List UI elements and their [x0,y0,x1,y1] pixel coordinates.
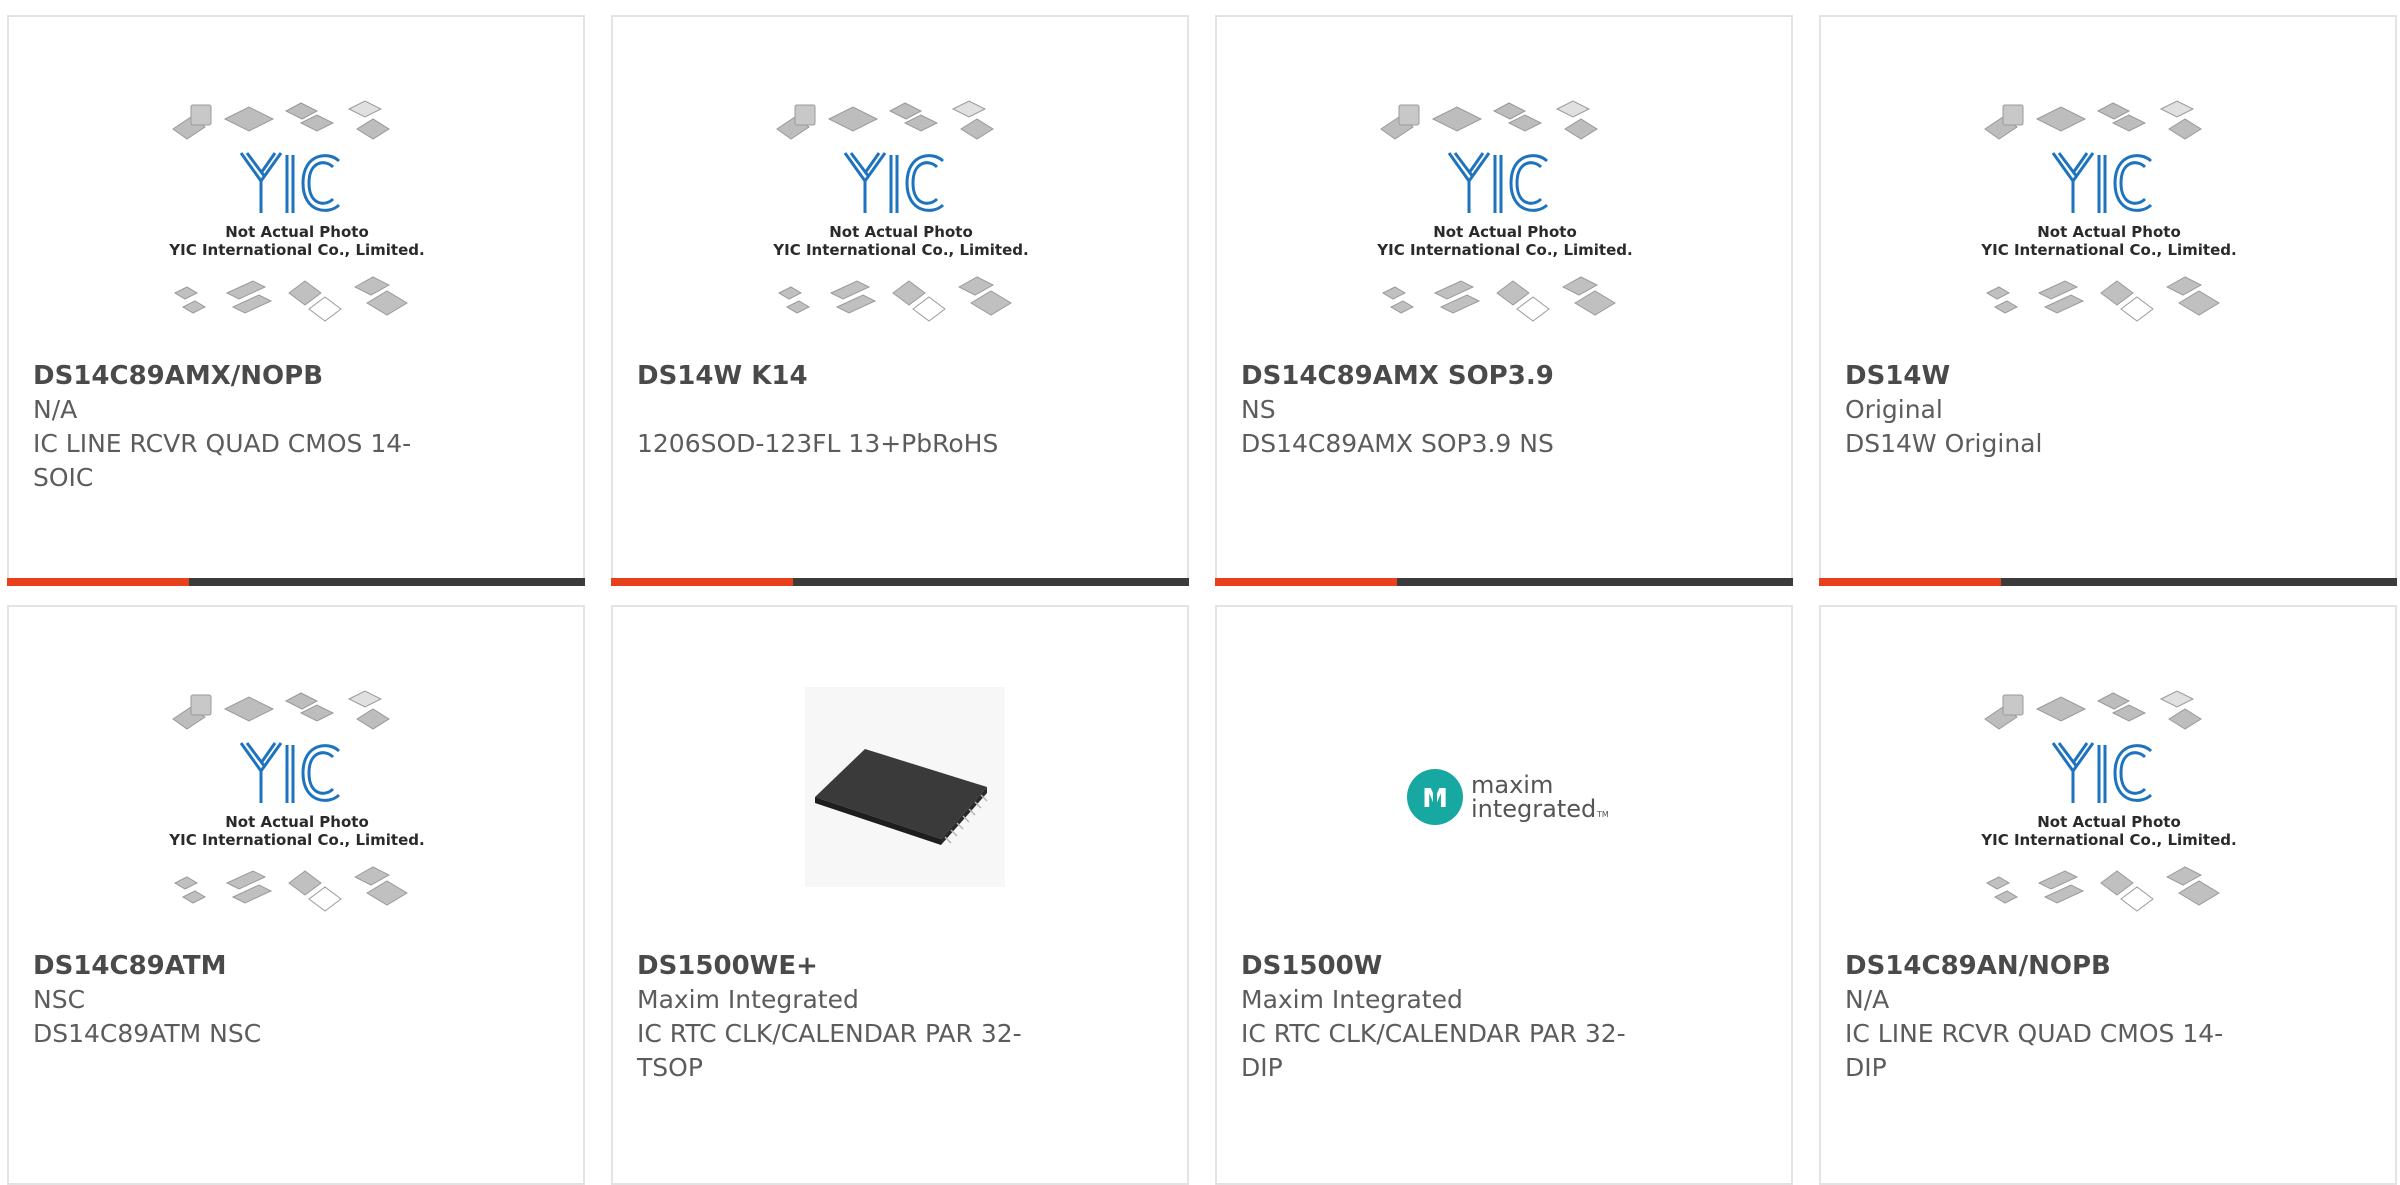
product-description: IC RTC CLK/CALENDAR PAR 32- [1241,1019,1626,1048]
product-card[interactable]: DS14C89AMX SOP3.9 NS DS14C89AMX SOP3.9 N… [1215,15,1793,586]
card-bottom-bar [1819,578,2397,586]
product-description: 1206SOD-123FL 13+PbRoHS [637,429,999,458]
product-manufacturer: Maxim Integrated [637,985,859,1014]
product-card[interactable]: DS14C89AN/NOPB N/A IC LINE RCVR QUAD CMO… [1819,605,2397,1185]
product-image-placeholder[interactable] [1369,97,1641,327]
product-description-cont [1241,461,1671,495]
product-image-chip[interactable] [765,687,1037,917]
product-card[interactable]: DS14W K14 1206SOD-123FL 13+PbRoHS [611,15,1189,586]
svg-text:integrated: integrated [1471,795,1596,823]
product-part-number[interactable]: DS14C89AN/NOPB [1845,949,2275,983]
product-info: DS14W Original DS14W Original [1845,359,2275,495]
product-card[interactable]: DS14C89AMX/NOPB N/A IC LINE RCVR QUAD CM… [7,15,585,586]
product-description: IC LINE RCVR QUAD CMOS 14- [1845,1019,2224,1048]
product-manufacturer: Original [1845,395,1943,424]
product-card[interactable]: M maxim integrated TM DS1500W Maxim Inte… [1215,605,1793,1185]
svg-text:TM: TM [1596,810,1609,819]
product-part-number[interactable]: DS14C89ATM [33,949,463,983]
product-info: DS14W K14 1206SOD-123FL 13+PbRoHS [637,359,1067,495]
product-description: DS14W Original [1845,429,2043,458]
card-bottom-bar [1215,578,1793,586]
card-bottom-bar [611,578,1189,586]
product-description-cont: DIP [1845,1053,1887,1082]
product-info: DS14C89AMX/NOPB N/A IC LINE RCVR QUAD CM… [33,359,463,495]
yic-placeholder-image [161,97,433,327]
product-image-logo[interactable]: M maxim integrated TM [1369,687,1641,917]
product-description: DS14C89AMX SOP3.9 NS [1241,429,1554,458]
chip-photo-icon [805,687,1005,887]
card-accent [1215,578,1397,586]
product-manufacturer: NSC [33,985,86,1014]
product-description-cont [33,1051,463,1085]
product-image-placeholder[interactable] [161,687,433,917]
product-part-number[interactable]: DS14C89AMX/NOPB [33,359,463,393]
maxim-logo-icon: M maxim integrated TM [1407,769,1609,825]
product-image-placeholder[interactable] [1973,97,2245,327]
product-info: DS14C89AMX SOP3.9 NS DS14C89AMX SOP3.9 N… [1241,359,1671,495]
product-image-placeholder[interactable] [765,97,1037,327]
product-info: DS14C89ATM NSC DS14C89ATM NSC [33,949,463,1085]
card-accent [611,578,793,586]
product-image-placeholder[interactable] [1973,687,2245,917]
product-info: DS14C89AN/NOPB N/A IC LINE RCVR QUAD CMO… [1845,949,2275,1085]
product-description: IC LINE RCVR QUAD CMOS 14- [33,429,412,458]
product-image-placeholder[interactable] [161,97,433,327]
yic-placeholder-image [1973,687,2245,917]
card-accent [7,578,189,586]
yic-placeholder-image [765,97,1037,327]
product-info: DS1500W Maxim Integrated IC RTC CLK/CALE… [1241,949,1671,1085]
product-info: DS1500WE+ Maxim Integrated IC RTC CLK/CA… [637,949,1067,1085]
product-manufacturer: N/A [33,395,78,424]
product-manufacturer: Maxim Integrated [1241,985,1463,1014]
product-part-number[interactable]: DS14W [1845,359,2275,393]
product-manufacturer [637,393,1067,427]
product-card[interactable]: DS14W Original DS14W Original [1819,15,2397,586]
product-description-cont [637,461,1067,495]
product-description: DS14C89ATM NSC [33,1019,262,1048]
product-card[interactable]: DS14C89ATM NSC DS14C89ATM NSC [7,605,585,1185]
yic-placeholder-image [1369,97,1641,327]
product-part-number[interactable]: DS1500W [1241,949,1671,983]
product-part-number[interactable]: DS14W K14 [637,359,1067,393]
product-description-cont: DIP [1241,1053,1283,1082]
product-description: IC RTC CLK/CALENDAR PAR 32- [637,1019,1022,1048]
product-grid: DS14C89AMX/NOPB N/A IC LINE RCVR QUAD CM… [0,0,2400,1185]
product-part-number[interactable]: DS1500WE+ [637,949,1067,983]
yic-placeholder-image [161,687,433,917]
product-part-number[interactable]: DS14C89AMX SOP3.9 [1241,359,1671,393]
product-description-cont [1845,461,2275,495]
product-description-cont: TSOP [637,1053,703,1082]
card-bottom-bar [7,578,585,586]
product-manufacturer: NS [1241,395,1276,424]
card-accent [1819,578,2001,586]
product-description-cont: SOIC [33,463,94,492]
product-card[interactable]: DS1500WE+ Maxim Integrated IC RTC CLK/CA… [611,605,1189,1185]
yic-placeholder-image [1973,97,2245,327]
product-manufacturer: N/A [1845,985,1890,1014]
